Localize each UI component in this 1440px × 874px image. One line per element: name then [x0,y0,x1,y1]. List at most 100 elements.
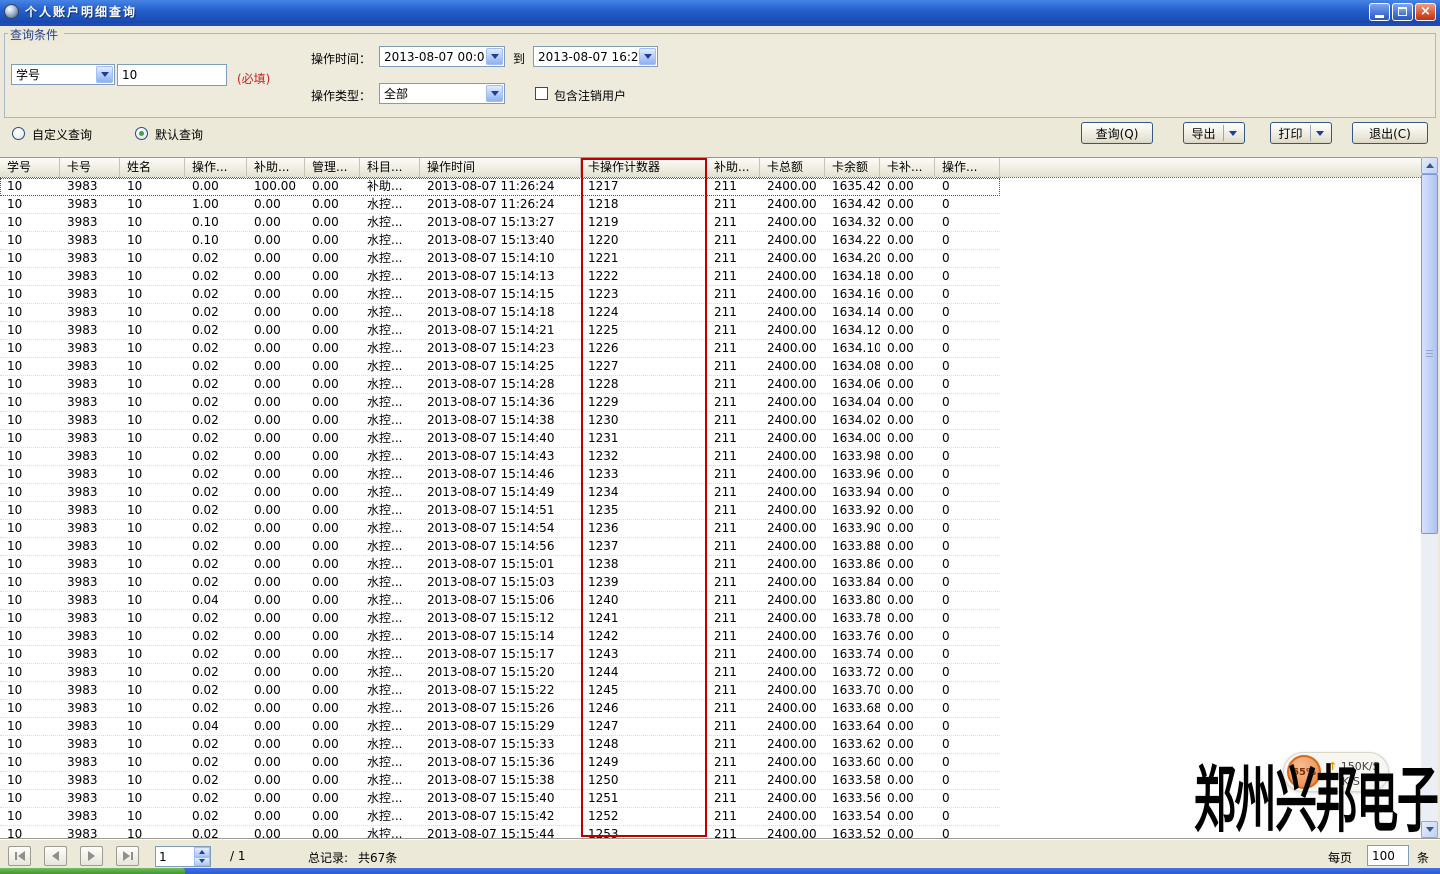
column-header-4[interactable]: 补助... [247,158,305,178]
table-row[interactable]: 103983100.020.000.00水控...2013-08-07 15:1… [0,286,1000,304]
column-header-9[interactable]: 补助... [707,158,760,178]
vertical-scrollbar[interactable] [1421,157,1438,838]
table-row[interactable]: 103983100.020.000.00水控...2013-08-07 15:1… [0,448,1000,466]
column-header-10[interactable]: 卡总额 [760,158,825,178]
table-row[interactable]: 103983100.020.000.00水控...2013-08-07 15:1… [0,358,1000,376]
restore-button[interactable] [1392,3,1413,21]
query-button[interactable]: 查询(Q) [1081,122,1153,144]
table-row[interactable]: 103983100.020.000.00水控...2013-08-07 15:1… [0,430,1000,448]
table-row[interactable]: 103983100.020.000.00水控...2013-08-07 15:1… [0,376,1000,394]
table-row[interactable]: 103983100.020.000.00水控...2013-08-07 15:1… [0,250,1000,268]
prev-page-button[interactable] [44,846,67,866]
query-panel: 学号 (必填) 操作时间： 2013-08-07 00:00 到 2013-08… [4,33,1436,118]
table-row[interactable]: 103983101.000.000.00水控...2013-08-07 11:2… [0,196,1000,214]
table-row[interactable]: 103983100.020.000.00水控...2013-08-07 15:1… [0,628,1000,646]
print-button[interactable]: 打印 [1270,122,1332,144]
table-cell: 1634.16 [825,286,880,303]
column-header-11[interactable]: 卡余额 [825,158,880,178]
table-row[interactable]: 103983100.020.000.00水控...2013-08-07 15:1… [0,610,1000,628]
column-header-6[interactable]: 科目... [360,158,420,178]
column-header-13[interactable]: 操作... [935,158,1000,178]
table-row[interactable]: 103983100.020.000.00水控...2013-08-07 15:1… [0,394,1000,412]
last-page-button[interactable] [116,846,139,866]
column-header-1[interactable]: 卡号 [60,158,120,178]
exit-button[interactable]: 退出(C) [1352,122,1428,144]
table-row[interactable]: 103983100.020.000.00水控...2013-08-07 15:1… [0,304,1000,322]
table-cell: 0.02 [185,466,247,483]
table-row[interactable]: 103983100.020.000.00水控...2013-08-07 15:1… [0,826,1000,838]
table-row[interactable]: 103983100.100.000.00水控...2013-08-07 15:1… [0,214,1000,232]
close-button[interactable]: × [1415,3,1436,21]
table-cell: 1634.20 [825,250,880,267]
chevron-down-icon[interactable] [96,66,113,83]
table-row[interactable]: 103983100.020.000.00水控...2013-08-07 15:1… [0,268,1000,286]
spin-up-button[interactable] [194,847,210,857]
spin-down-button[interactable] [194,857,210,867]
start-button-sliver[interactable] [0,868,185,874]
column-header-2[interactable]: 姓名 [120,158,185,178]
table-cell: 1633.80 [825,592,880,609]
chevron-down-icon[interactable] [1229,131,1237,136]
table-row[interactable]: 103983100.100.000.00水控...2013-08-07 15:1… [0,232,1000,250]
column-header-7[interactable]: 操作时间 [420,158,581,178]
table-row[interactable]: 103983100.020.000.00水控...2013-08-07 15:1… [0,772,1000,790]
table-row[interactable]: 103983100.020.000.00水控...2013-08-07 15:1… [0,790,1000,808]
chevron-down-icon[interactable] [486,48,503,65]
first-page-button[interactable] [8,846,31,866]
table-row[interactable]: 103983100.020.000.00水控...2013-08-07 15:1… [0,574,1000,592]
table-row[interactable]: 103983100.020.000.00水控...2013-08-07 15:1… [0,556,1000,574]
scrollbar-thumb[interactable] [1421,174,1438,534]
column-header-0[interactable]: 学号 [0,158,60,178]
table-cell: 水控... [360,826,420,838]
table-cell: 3983 [60,304,120,321]
taskbar[interactable] [0,868,1440,874]
chevron-down-icon[interactable] [639,48,656,65]
table-row[interactable]: 103983100.020.000.00水控...2013-08-07 15:1… [0,538,1000,556]
table-row[interactable]: 103983100.020.000.00水控...2013-08-07 15:1… [0,646,1000,664]
table-row[interactable]: 103983100.020.000.00水控...2013-08-07 15:1… [0,412,1000,430]
time-to-picker[interactable]: 2013-08-07 16:21 [533,46,658,67]
table-row[interactable]: 103983100.020.000.00水控...2013-08-07 15:1… [0,736,1000,754]
table-row[interactable]: 103983100.040.000.00水控...2013-08-07 15:1… [0,592,1000,610]
table-cell: 10 [0,430,60,447]
table-row[interactable]: 103983100.020.000.00水控...2013-08-07 15:1… [0,682,1000,700]
field-type-select[interactable]: 学号 [11,64,115,85]
table-cell: 2400.00 [760,520,825,537]
table-row[interactable]: 103983100.020.000.00水控...2013-08-07 15:1… [0,484,1000,502]
table-cell: 0 [935,520,1000,537]
column-header-3[interactable]: 操作... [185,158,247,178]
table-row[interactable]: 103983100.00100.000.00补助...2013-08-07 11… [0,178,1000,196]
table-row[interactable]: 103983100.040.000.00水控...2013-08-07 15:1… [0,718,1000,736]
minimize-button[interactable] [1369,3,1390,21]
export-button[interactable]: 导出 [1183,122,1245,144]
per-page-input[interactable] [1367,845,1409,866]
chevron-down-icon[interactable] [486,85,503,102]
next-page-button[interactable] [80,846,103,866]
table-row[interactable]: 103983100.020.000.00水控...2013-08-07 15:1… [0,664,1000,682]
column-header-5[interactable]: 管理... [305,158,360,178]
table-cell: 0.00 [305,394,360,411]
chevron-down-icon[interactable] [1316,131,1324,136]
field-value-input[interactable] [117,64,227,86]
table-row[interactable]: 103983100.020.000.00水控...2013-08-07 15:1… [0,340,1000,358]
table-cell: 211 [707,178,760,195]
table-cell: 水控... [360,610,420,627]
table-row[interactable]: 103983100.020.000.00水控...2013-08-07 15:1… [0,808,1000,826]
table-cell: 0.00 [880,520,935,537]
table-row[interactable]: 103983100.020.000.00水控...2013-08-07 15:1… [0,322,1000,340]
table-row[interactable]: 103983100.020.000.00水控...2013-08-07 15:1… [0,466,1000,484]
page-number-input[interactable] [156,847,194,866]
include-cancelled-checkbox[interactable] [535,87,548,100]
table-row[interactable]: 103983100.020.000.00水控...2013-08-07 15:1… [0,502,1000,520]
column-header-12[interactable]: 卡补... [880,158,935,178]
time-from-picker[interactable]: 2013-08-07 00:00 [379,46,505,67]
table-cell: 10 [120,520,185,537]
scroll-up-button[interactable] [1421,157,1438,174]
column-header-8[interactable]: 卡操作计数器 [581,158,707,178]
default-query-radio[interactable] [135,127,148,140]
table-row[interactable]: 103983100.020.000.00水控...2013-08-07 15:1… [0,754,1000,772]
type-select[interactable]: 全部 [379,83,505,104]
table-row[interactable]: 103983100.020.000.00水控...2013-08-07 15:1… [0,700,1000,718]
custom-query-radio[interactable] [12,127,25,140]
table-row[interactable]: 103983100.020.000.00水控...2013-08-07 15:1… [0,520,1000,538]
